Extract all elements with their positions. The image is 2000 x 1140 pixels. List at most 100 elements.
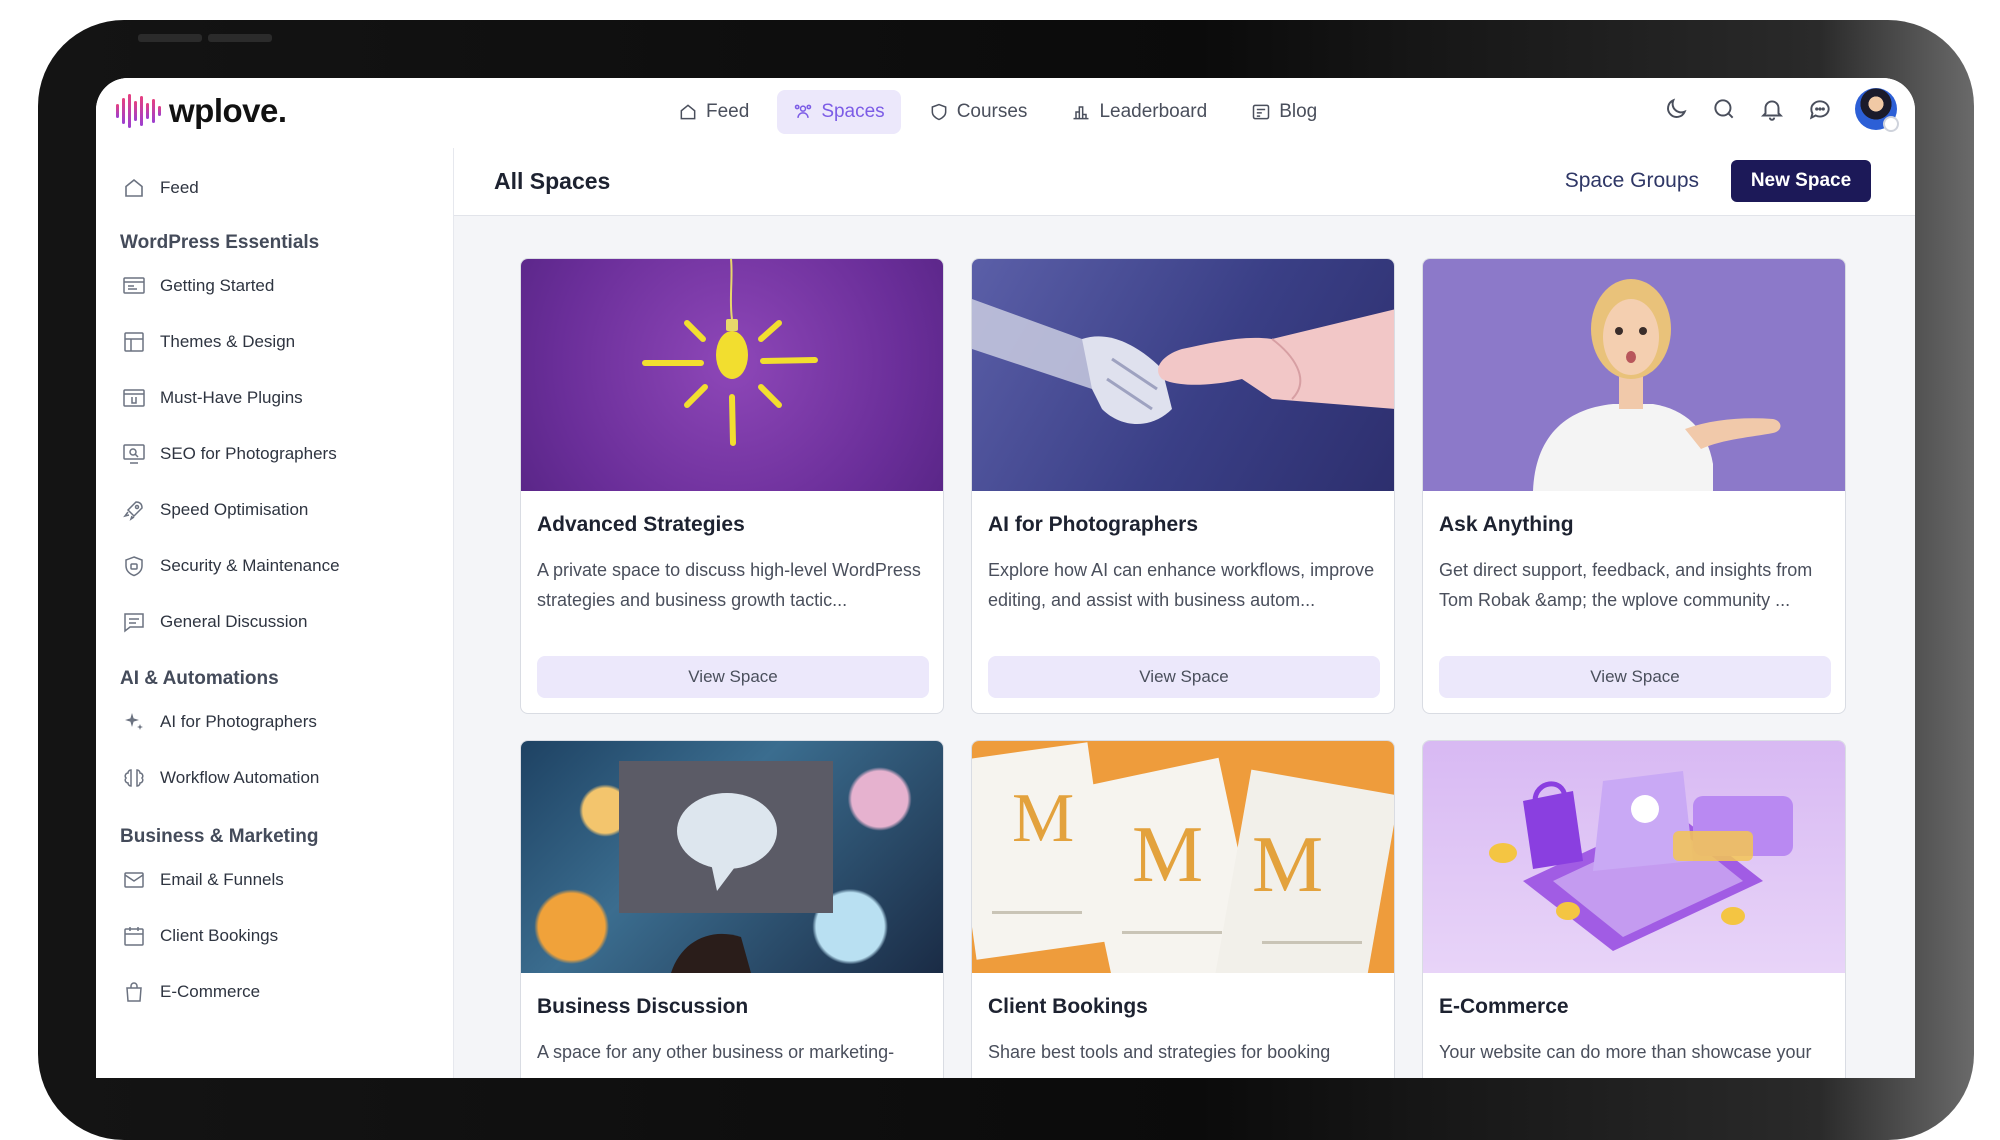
sidebar-item-getting-started[interactable]: Getting Started: [122, 274, 274, 298]
calendar-pages-illustration: M M M: [972, 742, 1394, 973]
sidebar: Feed WordPress Essentials Getting Starte…: [96, 148, 454, 1078]
sidebar-item-label: Themes & Design: [160, 332, 296, 351]
sidebar-item-seo[interactable]: SEO for Photographers: [122, 442, 337, 466]
card-image-person-pointing: [1423, 259, 1845, 491]
spaces-icon: [795, 104, 812, 118]
chat-icon[interactable]: [1807, 96, 1833, 122]
robot-handshake-icon: [972, 299, 1394, 424]
person-pointing-illustration: [1533, 279, 1781, 491]
nav-feed[interactable]: Feed: [662, 90, 765, 134]
plugin-icon: [123, 389, 145, 407]
view-space-button[interactable]: View Space: [1439, 656, 1831, 698]
nav-label: Feed: [706, 101, 750, 122]
sidebar-item-client-bookings[interactable]: Client Bookings: [122, 924, 278, 948]
space-card[interactable]: Business Discussion A space for any othe…: [520, 740, 944, 1078]
space-card[interactable]: Ask Anything Get direct support, feedbac…: [1422, 258, 1846, 714]
laptop-shopping-illustration: [1489, 771, 1793, 951]
card-title: Business Discussion: [537, 995, 749, 1018]
nav-spaces[interactable]: Spaces: [777, 90, 901, 134]
layout-icon: [124, 332, 144, 352]
view-space-button[interactable]: View Space: [537, 656, 929, 698]
brain-icon: [124, 769, 144, 787]
card-title: Client Bookings: [988, 995, 1148, 1018]
sparkles-icon: [125, 713, 143, 730]
sidebar-item-feed[interactable]: Feed: [122, 176, 199, 200]
shield-icon: [125, 556, 143, 577]
courses-icon: [931, 103, 947, 121]
blog-icon: [1252, 104, 1270, 120]
svg-text:M: M: [1132, 811, 1203, 899]
search-icon[interactable]: [1711, 96, 1737, 122]
moon-icon[interactable]: [1663, 96, 1689, 122]
sidebar-item-label: Workflow Automation: [160, 768, 320, 787]
sidebar-item-label: Client Bookings: [160, 926, 279, 945]
bell-icon[interactable]: [1759, 96, 1785, 122]
space-groups-link[interactable]: Space Groups: [1565, 169, 1699, 193]
browser-icon: [123, 277, 145, 294]
nav-courses[interactable]: Courses: [913, 90, 1044, 134]
nav-leaderboard[interactable]: Leaderboard: [1055, 90, 1223, 134]
sidebar-item-label: Getting Started: [160, 276, 275, 295]
lightbulb-icon: [642, 259, 818, 446]
mail-icon: [124, 872, 144, 888]
space-card[interactable]: Advanced Strategies A private space to d…: [520, 258, 944, 714]
card-title: Ask Anything: [1439, 513, 1574, 536]
user-avatar[interactable]: [1855, 88, 1899, 132]
page-title: All Spaces: [494, 168, 611, 194]
sidebar-item-security[interactable]: Security & Maintenance: [122, 554, 340, 578]
sidebar-item-label: Security & Maintenance: [160, 556, 340, 575]
sidebar-item-speed[interactable]: Speed Optimisation: [122, 498, 308, 522]
sidebar-item-must-have-plugins[interactable]: Must-Have Plugins: [122, 386, 303, 410]
space-card[interactable]: AI for Photographers Explore how AI can …: [971, 258, 1395, 714]
sidebar-item-label: AI for Photographers: [160, 712, 317, 731]
space-card[interactable]: M M M Client Bookings Share best tools a…: [971, 740, 1395, 1078]
sidebar-item-ai-photographers[interactable]: AI for Photographers: [122, 710, 317, 734]
sidebar-item-general-discussion[interactable]: General Discussion: [122, 610, 307, 634]
nav-label: Blog: [1279, 101, 1318, 122]
top-bar: wplove. Feed Spaces Courses Leaderboard …: [96, 78, 1915, 148]
rocket-icon: [123, 501, 143, 521]
card-description: Share best tools and strategies for book…: [988, 1042, 1331, 1062]
new-space-button[interactable]: New Space: [1731, 160, 1871, 202]
nav-label: Spaces: [821, 101, 885, 122]
card-description: A space for any other business or market…: [537, 1042, 895, 1062]
main-nav: Feed Spaces Courses Leaderboard Blog: [662, 90, 1333, 134]
sidebar-item-workflow-automation[interactable]: Workflow Automation: [122, 766, 319, 790]
calendar-icon: [124, 927, 144, 946]
card-description: Get direct support, feedback, and insigh…: [1439, 560, 1813, 610]
sidebar-item-email-funnels[interactable]: Email & Funnels: [122, 868, 284, 892]
sidebar-item-themes-design[interactable]: Themes & Design: [122, 330, 295, 354]
sidebar-item-e-commerce[interactable]: E-Commerce: [122, 980, 260, 1004]
card-image-calendars: M M M: [972, 741, 1394, 973]
sidebar-item-label: Speed Optimisation: [160, 500, 309, 519]
top-icons: [1663, 88, 1899, 132]
nav-label: Leaderboard: [1099, 101, 1208, 122]
card-image-speech-bubble: [521, 741, 943, 973]
sidebar-item-label: General Discussion: [160, 612, 308, 631]
card-image-ecommerce: [1423, 741, 1845, 973]
sidebar-section-heading: WordPress Essentials: [120, 232, 320, 253]
leaderboard-icon: [1073, 106, 1089, 120]
logo-waveform-icon: [116, 93, 161, 129]
home-icon: [125, 178, 143, 197]
card-title: E-Commerce: [1439, 995, 1569, 1018]
home-icon: [680, 104, 696, 120]
sidebar-item-label: Must-Have Plugins: [160, 388, 303, 407]
sidebar-item-label: E-Commerce: [160, 982, 261, 1001]
card-title: Advanced Strategies: [537, 513, 745, 536]
device-button: [138, 34, 202, 42]
nav-blog[interactable]: Blog: [1235, 90, 1333, 134]
main-content: All Spaces Space Groups New Space Advanc…: [454, 148, 1915, 1078]
space-card[interactable]: E-Commerce Your website can do more than…: [1422, 740, 1846, 1078]
sidebar-item-label: SEO for Photographers: [160, 444, 337, 463]
speech-bubble-icon: [619, 761, 833, 973]
logo-text: wplove.: [169, 92, 287, 129]
view-space-button[interactable]: View Space: [988, 656, 1380, 698]
sidebar-section-heading: Business & Marketing: [120, 826, 319, 847]
svg-text:M: M: [1012, 780, 1074, 857]
card-description: A private space to discuss high-level Wo…: [537, 560, 921, 610]
monitor-search-icon: [123, 444, 145, 464]
content-header: All Spaces Space Groups New Space: [454, 148, 1915, 216]
card-title: AI for Photographers: [988, 513, 1199, 536]
logo[interactable]: wplove.: [116, 92, 287, 130]
